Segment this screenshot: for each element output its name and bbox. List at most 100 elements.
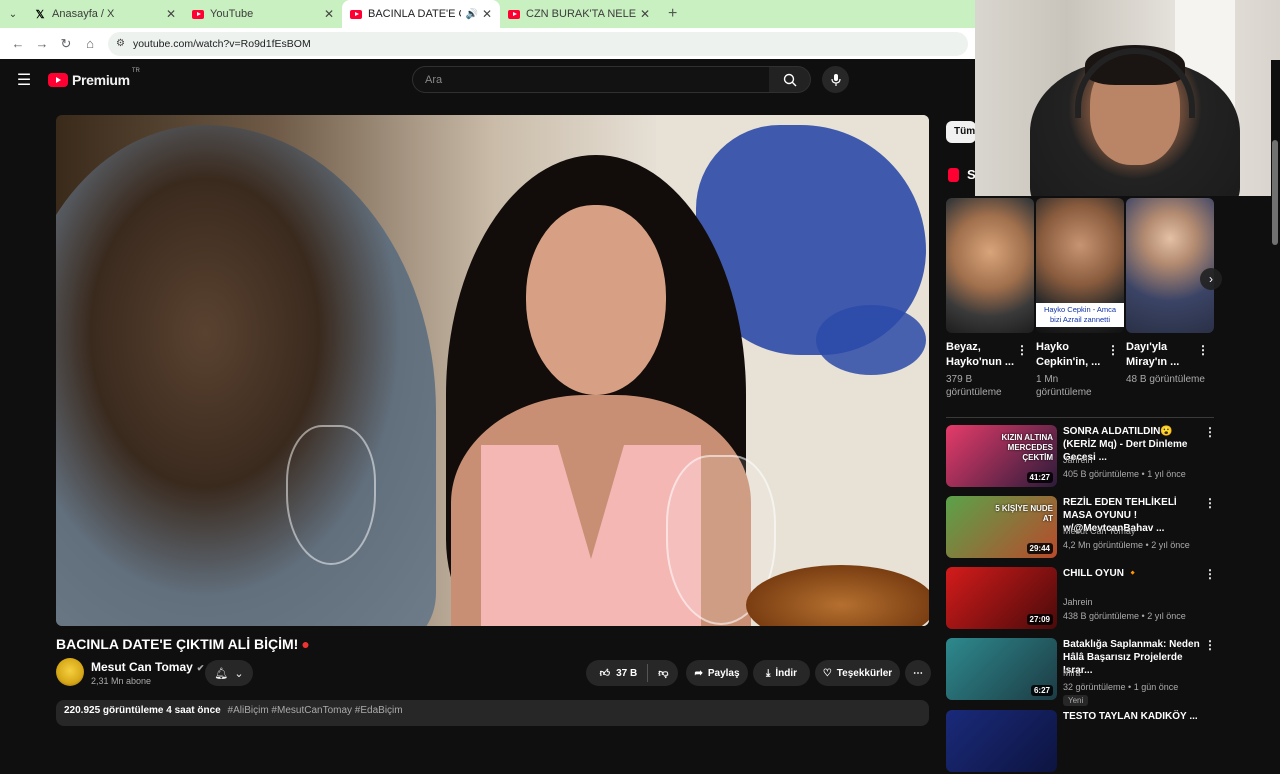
- close-icon[interactable]: ✕: [324, 7, 334, 21]
- bell-icon: 🔔︎: [214, 667, 229, 680]
- video-frame-person: [56, 125, 436, 626]
- browser-tab-strip: ⌄ 𝕏 Anasayfa / X ✕ YouTube ✕ BACINLA DAT…: [0, 0, 975, 28]
- browser-tab-active[interactable]: BACINLA DATE'E ÇIKTIM ALİ 🔊 ✕: [342, 0, 500, 28]
- address-bar[interactable]: ⚙ youtube.com/watch?v=Ro9d1fEsBOM: [108, 31, 968, 56]
- more-icon[interactable]: ⋮: [1204, 567, 1216, 581]
- youtube-icon: [192, 8, 204, 20]
- site-info-icon[interactable]: ⚙: [116, 38, 125, 49]
- shorts-icon: [948, 167, 959, 182]
- more-icon[interactable]: ⋮: [1016, 343, 1028, 357]
- shorts-header: S: [948, 167, 976, 182]
- recommendation-item[interactable]: KIZIN ALTINA MERCEDES ÇEKTİM 41:27 SONRA A…: [946, 425, 1216, 489]
- youtube-logo[interactable]: Premium TR: [48, 68, 140, 88]
- close-icon[interactable]: ✕: [166, 7, 176, 21]
- shorts-meta[interactable]: Beyaz, Hayko'nun ... 379 B görüntüleme: [946, 340, 1026, 399]
- menu-icon[interactable]: ☰: [0, 70, 48, 90]
- video-frame-glass: [286, 425, 376, 565]
- more-icon[interactable]: ⋮: [1107, 343, 1119, 357]
- channel-name[interactable]: Mira: [1063, 668, 1081, 678]
- forward-icon[interactable]: →: [30, 32, 54, 56]
- channel-name[interactable]: Mesut Can Tomay: [1063, 526, 1135, 536]
- new-badge: Yeni: [1063, 695, 1089, 706]
- channel-name-text: Mesut Can Tomay: [91, 660, 193, 674]
- logo-text: Premium: [72, 72, 130, 88]
- video-duration: 27:09: [1026, 614, 1053, 625]
- video-player[interactable]: [56, 115, 929, 626]
- shorts-views: 1 Mn görüntüleme: [1036, 374, 1092, 398]
- divider: [946, 417, 1214, 418]
- video-thumbnail[interactable]: 6:27: [946, 638, 1057, 700]
- thumbs-up-icon: 👍︎: [599, 668, 611, 679]
- thumbs-down-icon: 👎︎: [658, 668, 669, 679]
- hashtags[interactable]: #AliBiçim #MesutCanTomay #EdaBiçim: [228, 705, 403, 716]
- download-button[interactable]: ⤓ İndir: [753, 660, 810, 686]
- new-tab-button[interactable]: +: [658, 0, 687, 28]
- shorts-title-text: Dayı'yla Miray'ın ...: [1126, 341, 1180, 368]
- chevron-down-icon: ⌄: [234, 667, 244, 680]
- download-icon: ⤓: [765, 667, 771, 679]
- close-icon[interactable]: ✕: [482, 7, 492, 21]
- search-button[interactable]: [769, 66, 811, 93]
- filter-chip-all[interactable]: Tümü: [946, 121, 976, 143]
- reload-icon[interactable]: ↻: [54, 32, 78, 56]
- video-meta: 32 görüntüleme • 1 gün önce: [1063, 682, 1179, 692]
- browser-tab-czn[interactable]: CZN BURAK'TA NELER OLUYOR ✕: [500, 0, 658, 28]
- description-box[interactable]: 220.925 görüntüleme 4 saat önce #AliBiçi…: [56, 700, 929, 726]
- subscription-bell-button[interactable]: 🔔︎ ⌄: [205, 660, 253, 686]
- emoji-icon: ●: [301, 636, 310, 652]
- tab-search-button[interactable]: ⌄: [0, 0, 26, 28]
- more-icon: ⋯: [913, 667, 923, 679]
- more-icon[interactable]: ⋮: [1204, 425, 1216, 439]
- video-thumbnail[interactable]: [946, 710, 1057, 772]
- youtube-icon: [350, 8, 362, 20]
- video-thumbnail[interactable]: 27:09: [946, 567, 1057, 629]
- youtube-icon: [508, 8, 520, 20]
- more-actions-button[interactable]: ⋯: [905, 660, 931, 686]
- shorts-meta[interactable]: Dayı'yla Miray'ın ... 48 B görüntüleme: [1126, 340, 1206, 386]
- video-title-text: BACINLA DATE'E ÇIKTIM ALİ BİÇİM!: [56, 636, 299, 652]
- browser-tab-x[interactable]: 𝕏 Anasayfa / X ✕: [26, 0, 184, 28]
- speaker-icon[interactable]: 🔊: [465, 9, 477, 20]
- search-icon: [783, 73, 796, 86]
- more-icon[interactable]: ⋮: [1197, 343, 1209, 357]
- video-thumbnail[interactable]: 5 KİŞİYE NUDE AT 29:44: [946, 496, 1057, 558]
- more-icon[interactable]: ⋮: [1204, 496, 1216, 510]
- voice-search-button[interactable]: [822, 66, 849, 93]
- search-input[interactable]: Ara: [412, 66, 770, 93]
- shorts-views: 379 B görüntüleme: [946, 374, 1002, 398]
- video-duration: 6:27: [1030, 685, 1053, 696]
- channel-avatar[interactable]: [56, 658, 84, 686]
- close-icon[interactable]: ✕: [640, 7, 650, 21]
- share-button[interactable]: ➦ Paylaş: [686, 660, 748, 686]
- thumbnail-text: KIZIN ALTINA MERCEDES ÇEKTİM: [1001, 433, 1053, 462]
- recommendation-item[interactable]: 27:09 CHILL OYUN 🔸 Jahrein 438 B görüntülem…: [946, 567, 1216, 631]
- dislike-button[interactable]: 👎︎: [648, 667, 668, 679]
- channel-name[interactable]: Jahrein: [1063, 455, 1093, 465]
- browser-tab-youtube[interactable]: YouTube ✕: [184, 0, 342, 28]
- recommendation-item[interactable]: 6:27 Bataklığa Saplanmak: Neden Hâlâ Başa…: [946, 638, 1216, 706]
- video-thumbnail[interactable]: KIZIN ALTINA MERCEDES ÇEKTİM 41:27: [946, 425, 1057, 487]
- thanks-button[interactable]: ♡ Teşekkürler: [815, 660, 900, 686]
- recommendation-item[interactable]: 5 KİŞİYE NUDE AT 29:44 REZİL EDEN TEHLİKEL…: [946, 496, 1216, 560]
- home-icon[interactable]: ⌂: [78, 32, 102, 56]
- video-frame-face: [526, 205, 666, 395]
- channel-row: Mesut Can Tomay ✔ 2,31 Mn abone 🔔︎ ⌄ 👍︎ 37 …: [56, 658, 931, 690]
- chevron-right-icon[interactable]: ›: [1200, 268, 1222, 290]
- shorts-thumbnail[interactable]: [1126, 198, 1214, 333]
- video-meta: 405 B görüntüleme • 1 yıl önce: [1063, 469, 1186, 479]
- video-meta: 438 B görüntüleme • 2 yıl önce: [1063, 611, 1186, 621]
- scrollbar-thumb[interactable]: [1272, 140, 1278, 245]
- shorts-meta[interactable]: Hayko Cepkin'in, ... 1 Mn görüntüleme: [1036, 340, 1116, 399]
- back-icon[interactable]: ←: [6, 32, 30, 56]
- like-button[interactable]: 👍︎ 37 B: [596, 664, 649, 682]
- tab-title: YouTube: [210, 8, 254, 20]
- upload-age: 4 saat önce: [166, 705, 221, 716]
- more-icon[interactable]: ⋮: [1204, 638, 1216, 652]
- video-title-text: Bataklığa Saplanmak: Neden Hâlâ Başarısı…: [1063, 639, 1200, 676]
- channel-name[interactable]: Jahrein: [1063, 597, 1093, 607]
- shorts-thumbnail[interactable]: [946, 198, 1034, 333]
- shorts-thumbnail[interactable]: Hayko Cepkin - Amca bizi Azrail zannetti: [1036, 198, 1124, 333]
- browser-toolbar: ← → ↻ ⌂ ⚙ youtube.com/watch?v=Ro9d1fEsBO…: [0, 28, 975, 59]
- verified-icon: ✔: [196, 663, 205, 673]
- channel-name[interactable]: Mesut Can Tomay ✔: [91, 660, 204, 674]
